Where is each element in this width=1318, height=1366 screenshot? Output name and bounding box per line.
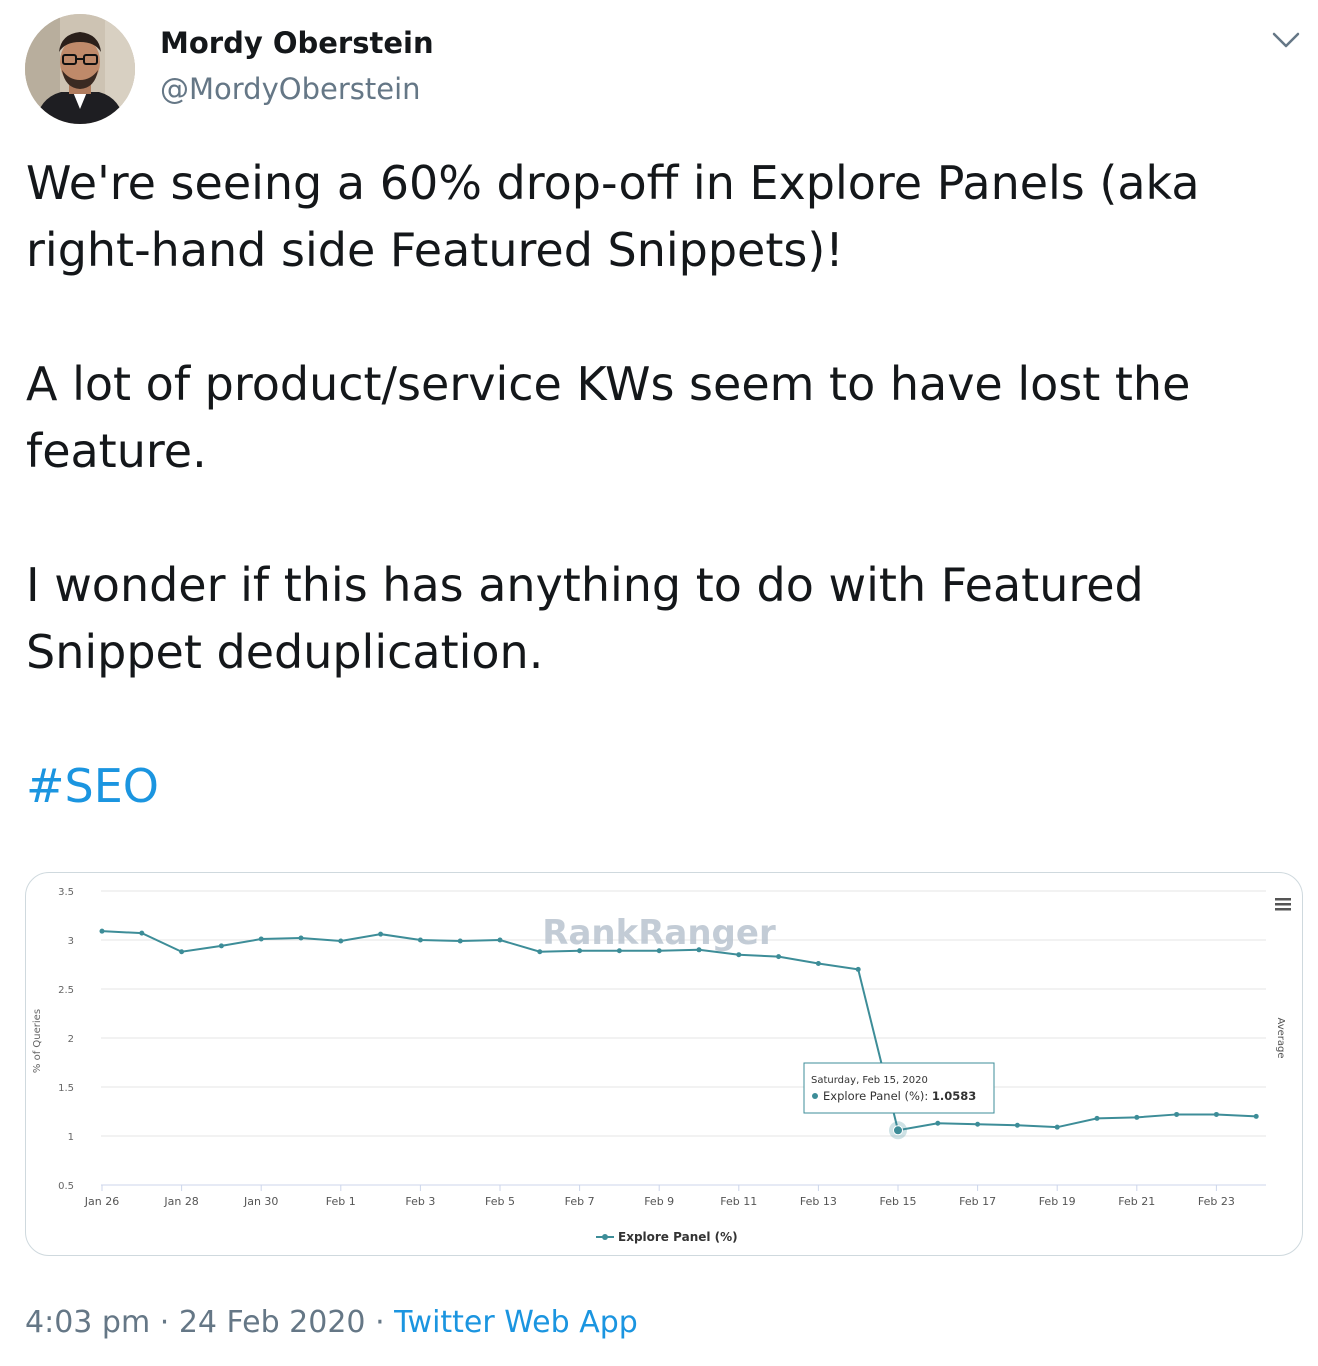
data-point <box>378 931 384 937</box>
data-point <box>99 928 105 934</box>
svg-text:Explore Panel (%): 1.0583: Explore Panel (%): 1.0583 <box>823 1089 976 1103</box>
data-point <box>815 961 821 967</box>
watermark-logo: RankRanger <box>542 913 776 953</box>
tweet-paragraph: A lot of product/service KWs seem to hav… <box>26 357 1191 478</box>
series-line-explore-panel <box>101 930 1257 1132</box>
data-point <box>537 949 543 955</box>
tweet-source-link[interactable]: Twitter Web App <box>394 1305 638 1340</box>
x-tick-label: Feb 1 <box>326 1195 356 1208</box>
data-point <box>1134 1114 1140 1120</box>
avatar[interactable] <box>25 14 135 124</box>
svg-text:Saturday, Feb 15, 2020: Saturday, Feb 15, 2020 <box>811 1075 928 1086</box>
chart-tooltip: Saturday, Feb 15, 2020 Explore Panel (%)… <box>803 1062 995 1114</box>
data-point <box>696 947 702 953</box>
y-tick-label: 3.5 <box>58 887 74 898</box>
line-chart: 0.5 1 1.5 2 2.5 3 3.5 Jan 26 Jan 28 Jan 30 Feb 1 F… <box>32 887 1291 1244</box>
tweet-text: We're seeing a 60% drop-off in Explore P… <box>26 150 1296 820</box>
x-tick-label: Feb 5 <box>485 1195 515 1208</box>
tweet-date[interactable]: 24 Feb 2020 <box>179 1305 366 1340</box>
data-point <box>975 1121 981 1127</box>
x-tick-label: Feb 17 <box>959 1195 996 1208</box>
data-point <box>179 949 185 955</box>
data-point <box>855 966 861 972</box>
separator: · <box>375 1305 385 1340</box>
x-tick-label: Feb 15 <box>880 1195 917 1208</box>
tweet-media-chart[interactable]: 0.5 1 1.5 2 2.5 3 3.5 Jan 26 Jan 28 Jan 30 Feb 1 F… <box>25 872 1303 1256</box>
data-point <box>656 948 662 954</box>
y-tick-label: 1 <box>68 1132 74 1143</box>
y-tick-label: 3 <box>68 936 74 947</box>
data-point <box>1094 1115 1100 1121</box>
x-tick-label: Feb 3 <box>405 1195 435 1208</box>
x-tick-label: Feb 13 <box>800 1195 837 1208</box>
author-name[interactable]: Mordy Oberstein <box>160 26 434 60</box>
hamburger-menu-icon[interactable] <box>1275 898 1291 911</box>
x-tick-label: Feb 11 <box>720 1195 757 1208</box>
y-tick-label: 2 <box>68 1034 74 1045</box>
y-tick-label: 1.5 <box>58 1083 74 1094</box>
data-point <box>1213 1111 1219 1117</box>
avatar-image <box>25 14 135 124</box>
x-tick-label: Feb 9 <box>644 1195 674 1208</box>
tweet-time[interactable]: 4:03 pm <box>25 1305 150 1340</box>
data-point <box>577 948 583 954</box>
x-tick-label: Feb 7 <box>565 1195 595 1208</box>
x-tick-label: Jan 28 <box>163 1195 198 1208</box>
data-point <box>497 937 503 943</box>
y-axis-label: % of Queries <box>32 1009 43 1073</box>
x-tick-label: Jan 30 <box>243 1195 278 1208</box>
data-point <box>417 937 423 943</box>
tweet-paragraph: We're seeing a 60% drop-off in Explore P… <box>26 156 1200 277</box>
data-point-highlighted <box>893 1125 903 1136</box>
data-point <box>338 938 344 944</box>
x-tick-label: Jan 26 <box>84 1195 119 1208</box>
data-point <box>1054 1124 1060 1130</box>
data-point <box>736 952 742 958</box>
data-point <box>935 1120 941 1126</box>
y-tick-label: 0.5 <box>58 1181 74 1192</box>
data-point <box>258 936 264 942</box>
data-point <box>776 954 782 960</box>
separator: · <box>159 1305 170 1340</box>
x-tick-label: Feb 19 <box>1039 1195 1076 1208</box>
more-options-chevron-down-icon[interactable] <box>1266 24 1306 58</box>
data-point <box>139 930 145 936</box>
svg-text:Explore Panel (%): Explore Panel (%) <box>618 1230 738 1244</box>
author-handle[interactable]: @MordyOberstein <box>160 72 421 106</box>
data-point <box>1014 1122 1020 1128</box>
chart-legend[interactable]: Explore Panel (%) <box>596 1230 738 1244</box>
x-tick-label: Feb 23 <box>1198 1195 1235 1208</box>
data-point <box>1174 1111 1180 1117</box>
tweet-paragraph: I wonder if this has anything to do with… <box>26 558 1144 679</box>
data-point <box>1253 1113 1259 1119</box>
data-point <box>218 943 224 949</box>
data-point <box>298 935 304 941</box>
right-axis-label: Average <box>1275 1017 1286 1058</box>
data-point <box>616 948 622 954</box>
hashtag-link[interactable]: #SEO <box>26 759 159 813</box>
tweet-footer: 4:03 pm · 24 Feb 2020 · Twitter Web App <box>25 1305 638 1340</box>
data-point <box>457 938 463 944</box>
x-tick-label: Feb 21 <box>1118 1195 1155 1208</box>
y-tick-label: 2.5 <box>58 985 74 996</box>
